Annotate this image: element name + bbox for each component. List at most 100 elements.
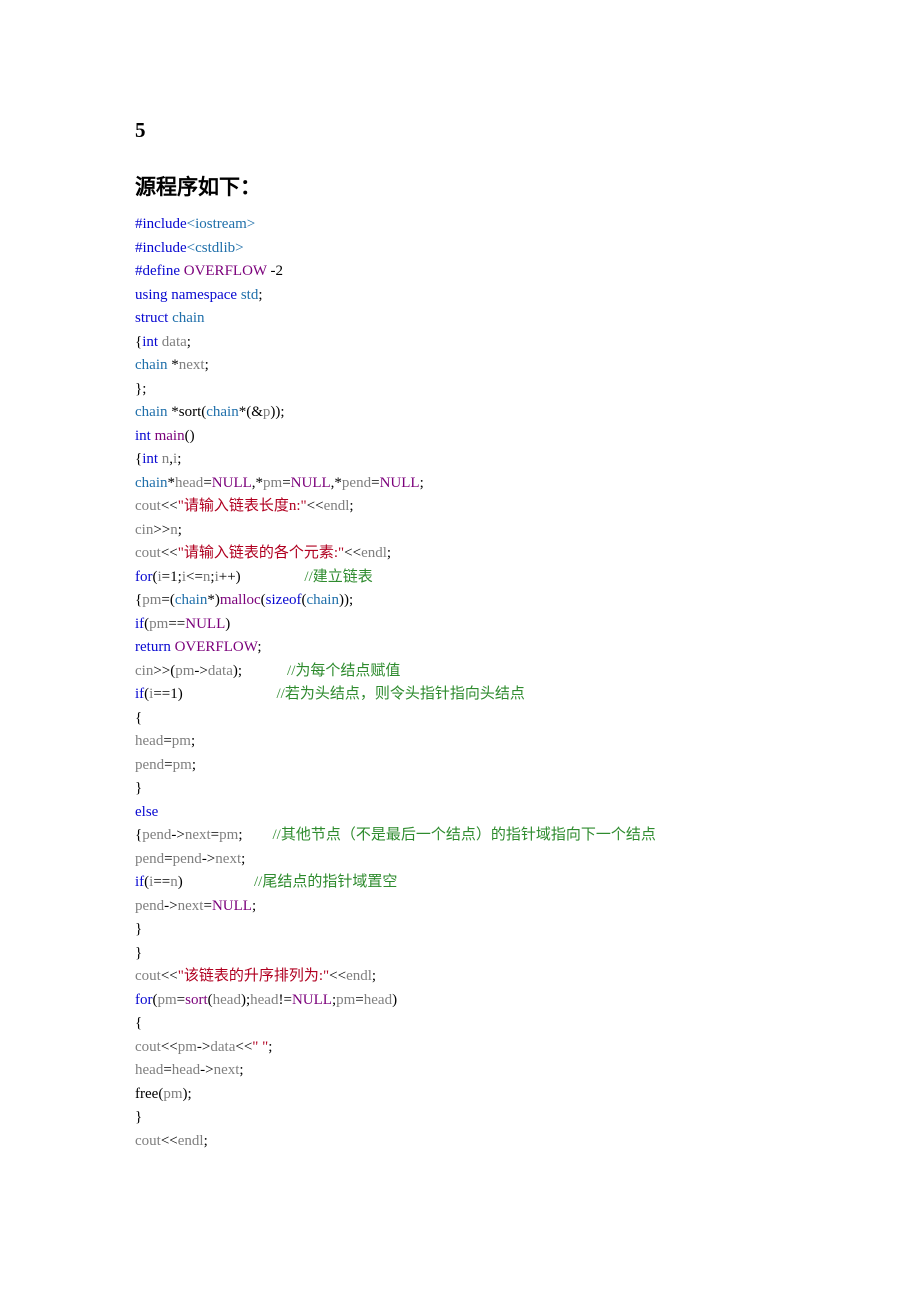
code-token: ); xyxy=(233,663,287,679)
code-token: } xyxy=(135,1109,142,1125)
code-token: { xyxy=(135,710,142,726)
code-token: ; xyxy=(420,475,424,491)
code-token: ; xyxy=(268,1039,272,1055)
code-token: NULL xyxy=(185,616,225,632)
code-token: else xyxy=(135,804,158,820)
code-token: ; xyxy=(187,334,191,350)
code-token: << xyxy=(161,1039,178,1055)
code-block: #include<iostream> #include<cstdlib> #de… xyxy=(135,213,790,1153)
code-token: next xyxy=(214,1062,240,1078)
code-token: data xyxy=(158,334,187,350)
code-token: = xyxy=(203,475,211,491)
code-token: return xyxy=(135,639,171,655)
code-token: ; xyxy=(372,968,376,984)
code-token: next xyxy=(179,357,205,373)
code-token: = xyxy=(164,757,172,773)
code-token: NULL xyxy=(380,475,420,491)
code-token: n xyxy=(170,874,178,890)
code-token: *(& xyxy=(239,404,263,420)
code-token: next xyxy=(215,851,241,867)
code-token: if xyxy=(135,686,144,702)
code-token: * xyxy=(167,475,175,491)
code-token: -> xyxy=(164,898,177,914)
code-token: -> xyxy=(197,1039,210,1055)
code-token: ; xyxy=(177,451,181,467)
code-token: { xyxy=(135,1015,142,1031)
code-token: head xyxy=(250,992,278,1008)
code-token: head xyxy=(175,475,203,491)
code-token: head xyxy=(213,992,241,1008)
code-token: int xyxy=(135,428,151,444)
code-token: std xyxy=(237,287,258,303)
code-comment: //为每个结点赋值 xyxy=(287,663,400,679)
code-token: ; xyxy=(238,827,272,843)
code-token: OVERFLOW xyxy=(171,639,258,655)
code-token: struct xyxy=(135,310,168,326)
code-token: * xyxy=(171,404,179,420)
code-token: pend xyxy=(135,851,164,867)
code-token: cout xyxy=(135,968,161,984)
code-token: chain xyxy=(306,592,338,608)
code-token: pm xyxy=(219,827,238,843)
code-token: NULL xyxy=(212,898,252,914)
code-token: == xyxy=(153,874,170,890)
code-token: endl xyxy=(361,545,387,561)
code-token: != xyxy=(278,992,291,1008)
code-token: data xyxy=(208,663,233,679)
code-token: data xyxy=(210,1039,235,1055)
code-token: int xyxy=(142,334,158,350)
code-token: NULL xyxy=(291,475,331,491)
code-token: = xyxy=(203,898,211,914)
code-token: pm xyxy=(142,592,161,608)
code-token: -> xyxy=(202,851,215,867)
code-token: chain xyxy=(135,404,171,420)
code-token: << xyxy=(329,968,346,984)
code-token: cout xyxy=(135,498,161,514)
code-token: sort xyxy=(179,404,202,420)
code-token: cin xyxy=(135,663,153,679)
code-comment: //尾结点的指针域置空 xyxy=(254,874,397,890)
code-token: pm xyxy=(175,663,194,679)
code-token: cin xyxy=(135,522,153,538)
code-token: >> xyxy=(153,522,170,538)
code-token: == xyxy=(168,616,185,632)
code-token: ; xyxy=(205,357,209,373)
code-token: " " xyxy=(252,1039,268,1055)
code-token: #include xyxy=(135,216,187,232)
code-token: = xyxy=(282,475,290,491)
code-token: sizeof xyxy=(266,592,302,608)
code-token: << xyxy=(161,545,178,561)
code-token: )); xyxy=(339,592,353,608)
code-token: << xyxy=(161,1133,178,1149)
code-token: pend xyxy=(173,851,202,867)
code-token: ; xyxy=(241,851,245,867)
code-token: NULL xyxy=(292,992,332,1008)
code-token: ; xyxy=(192,757,196,773)
code-comment: //建立链表 xyxy=(304,569,372,585)
code-token: pend xyxy=(342,475,371,491)
code-token: pend xyxy=(135,757,164,773)
code-token: head xyxy=(172,1062,200,1078)
code-token: } xyxy=(135,921,142,937)
code-token: for xyxy=(135,569,153,585)
code-token: = xyxy=(163,733,171,749)
code-token: "该链表的升序排列为:" xyxy=(178,968,329,984)
code-token: =( xyxy=(161,592,174,608)
code-token: ); xyxy=(241,992,250,1008)
code-token: <= xyxy=(186,569,203,585)
code-token: head xyxy=(364,992,392,1008)
code-token: main xyxy=(151,428,185,444)
code-token: ) xyxy=(225,616,230,632)
code-token: pend xyxy=(135,898,164,914)
document-page: 5 源程序如下： #include<iostream> #include<cst… xyxy=(0,0,920,1233)
code-token: = xyxy=(177,992,185,1008)
code-token: head xyxy=(135,1062,163,1078)
code-token: ) xyxy=(178,874,254,890)
code-token: << xyxy=(161,968,178,984)
code-token: pm xyxy=(158,992,177,1008)
code-token: cout xyxy=(135,1039,161,1055)
code-token: ; xyxy=(204,1133,208,1149)
code-token: head xyxy=(135,733,163,749)
code-token: = xyxy=(371,475,379,491)
code-token: pm xyxy=(172,733,191,749)
